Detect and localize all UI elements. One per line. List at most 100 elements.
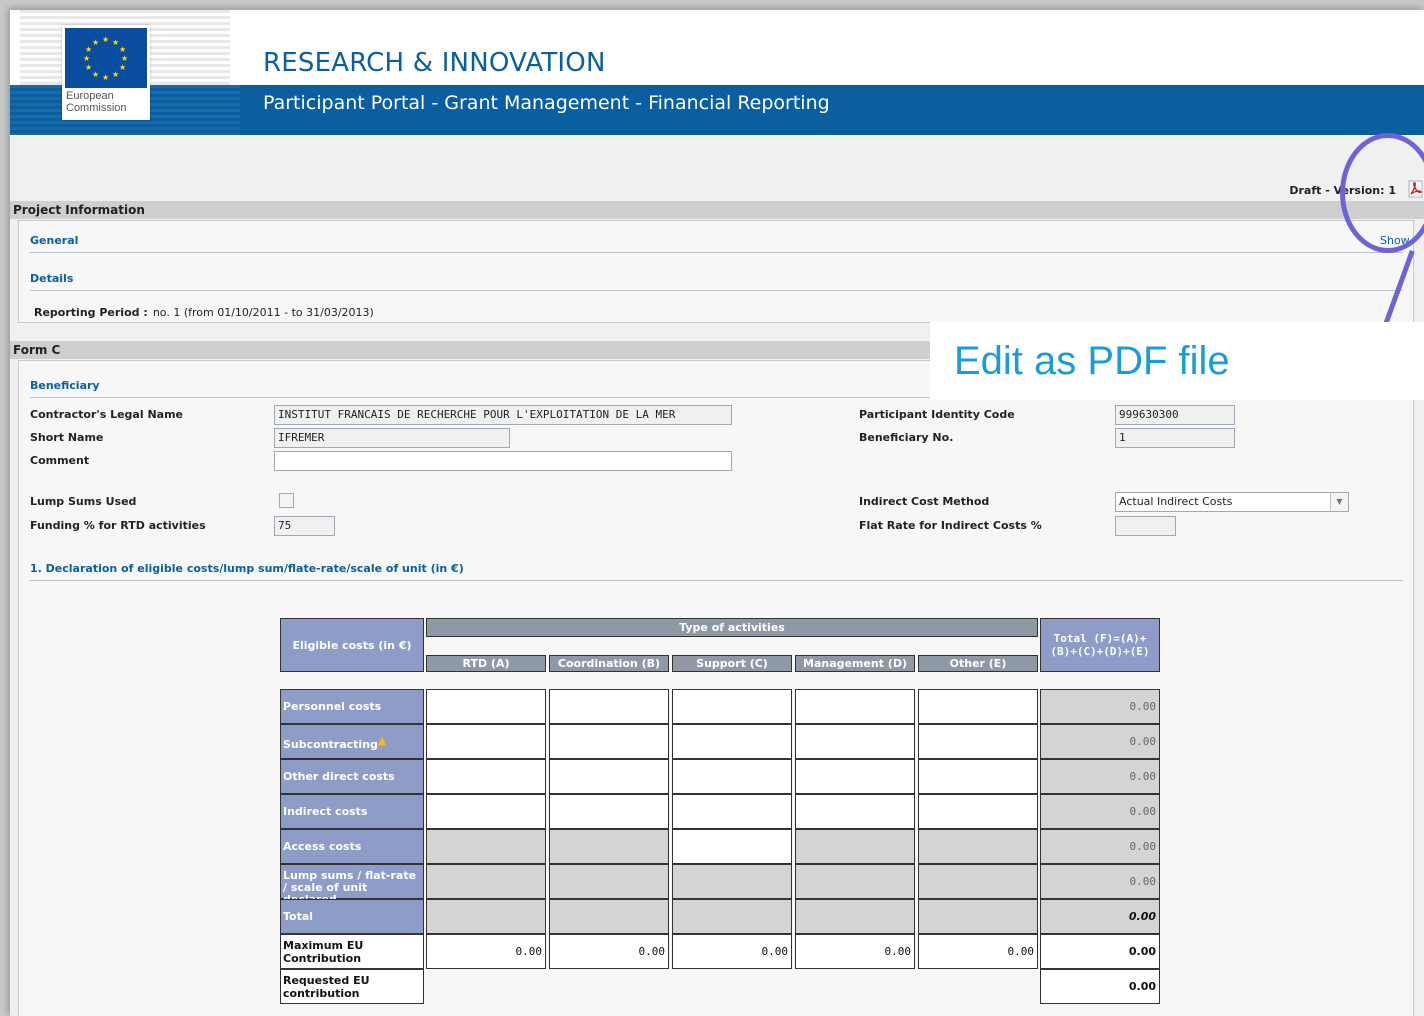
row-label-subcontracting: Subcontracting▲	[280, 724, 424, 759]
requested-eu-total[interactable]: 0.00	[1040, 969, 1160, 1004]
max-eu-total: 0.00	[1040, 934, 1160, 969]
legal-name-label: Contractor's Legal Name	[30, 408, 183, 421]
input-indirect-rtd[interactable]	[426, 794, 546, 829]
beneficiary-no-field[interactable]: 1	[1115, 428, 1235, 448]
column-header-support: Support (C)	[672, 655, 792, 672]
cell-lump-management	[795, 864, 915, 899]
indirect-method-label: Indirect Cost Method	[859, 495, 990, 508]
input-subcontracting-support[interactable]	[672, 724, 792, 759]
subcontracting-label: Subcontracting	[283, 738, 378, 751]
input-indirect-management[interactable]	[795, 794, 915, 829]
app-title: RESEARCH & INNOVATION	[263, 48, 606, 78]
input-personnel-coordination[interactable]	[549, 689, 669, 724]
max-eu-coordination: 0.00	[549, 934, 669, 969]
details-link[interactable]: Details	[30, 272, 73, 285]
comment-field[interactable]	[274, 451, 732, 471]
row-label-other-direct: Other direct costs	[280, 759, 424, 794]
input-other-direct-rtd[interactable]	[426, 759, 546, 794]
warning-icon[interactable]: ▲	[378, 734, 386, 747]
type-of-activities-header: Type of activities	[426, 618, 1038, 637]
input-indirect-support[interactable]	[672, 794, 792, 829]
row-label-max-eu: Maximum EU Contribution	[280, 934, 424, 969]
input-other-direct-other[interactable]	[918, 759, 1038, 794]
app-subtitle: Participant Portal - Grant Management - …	[263, 92, 830, 114]
lump-sums-label: Lump Sums Used	[30, 495, 137, 508]
row-label-requested-eu: Requested EU contribution	[280, 969, 424, 1004]
pic-label: Participant Identity Code	[859, 408, 1015, 421]
chevron-down-icon[interactable]: ▼	[1330, 493, 1348, 511]
row-label-personnel: Personnel costs	[280, 689, 424, 724]
cell-access-coordination	[549, 829, 669, 864]
indirect-method-value: Actual Indirect Costs	[1119, 495, 1233, 508]
input-personnel-support[interactable]	[672, 689, 792, 724]
main-content: Draft - Version: 1 Project Information G…	[10, 136, 1424, 1016]
browser-window: ★ ★ ★ ★ ★ ★ ★ ★ ★ ★ ★ ★ European Commiss…	[10, 10, 1424, 1016]
row-label-access: Access costs	[280, 829, 424, 864]
row-label-total: Total	[280, 899, 424, 934]
input-personnel-other[interactable]	[918, 689, 1038, 724]
total-access: 0.00	[1040, 829, 1160, 864]
logo-text: European Commission	[66, 90, 148, 114]
eligible-costs-header: Eligible costs (in €)	[280, 618, 424, 672]
beneficiary-link[interactable]: Beneficiary	[30, 379, 100, 392]
input-access-support[interactable]	[672, 829, 792, 864]
cell-lump-other	[918, 864, 1038, 899]
max-eu-other: 0.00	[918, 934, 1038, 969]
total-subcontracting: 0.00	[1040, 724, 1160, 759]
cell-access-other	[918, 829, 1038, 864]
grand-total: 0.00	[1040, 899, 1160, 934]
project-information-header: Project Information	[10, 201, 1424, 219]
logo-line-2: Commission	[66, 102, 127, 114]
logo-line-1: European	[66, 90, 114, 102]
input-subcontracting-coordination[interactable]	[549, 724, 669, 759]
short-name-field[interactable]: IFREMER	[274, 428, 510, 448]
cell-lump-rtd	[426, 864, 546, 899]
beneficiary-no-label: Beneficiary No.	[859, 431, 954, 444]
cell-total-coordination	[549, 899, 669, 934]
callout-label: Edit as PDF file	[930, 322, 1424, 400]
divider	[30, 580, 1403, 581]
lump-sums-checkbox[interactable]	[279, 493, 294, 508]
divider	[30, 252, 1403, 253]
input-indirect-coordination[interactable]	[549, 794, 669, 829]
flat-rate-label: Flat Rate for Indirect Costs %	[859, 519, 1042, 532]
max-eu-support: 0.00	[672, 934, 792, 969]
european-commission-logo[interactable]: ★ ★ ★ ★ ★ ★ ★ ★ ★ ★ ★ ★ European Commiss…	[62, 25, 150, 120]
total-header: Total (F)=(A)+(B)+(C)+(D)+(E)	[1040, 618, 1160, 672]
input-other-direct-support[interactable]	[672, 759, 792, 794]
total-other-direct: 0.00	[1040, 759, 1160, 794]
cell-access-management	[795, 829, 915, 864]
total-lump-sums: 0.00	[1040, 864, 1160, 899]
max-eu-management: 0.00	[795, 934, 915, 969]
input-subcontracting-management[interactable]	[795, 724, 915, 759]
flat-rate-field[interactable]	[1115, 516, 1176, 536]
input-subcontracting-other[interactable]	[918, 724, 1038, 759]
comment-label: Comment	[30, 454, 90, 467]
cell-access-rtd	[426, 829, 546, 864]
cell-lump-support	[672, 864, 792, 899]
project-information-panel: General Show Details Reporting Period : …	[18, 220, 1414, 323]
eu-flag-icon: ★ ★ ★ ★ ★ ★ ★ ★ ★ ★ ★ ★	[65, 28, 147, 88]
divider	[30, 290, 1403, 291]
row-label-indirect: Indirect costs	[280, 794, 424, 829]
input-other-direct-coordination[interactable]	[549, 759, 669, 794]
input-personnel-rtd[interactable]	[426, 689, 546, 724]
row-label-lump-sums: Lump sums / flat-rate / scale of unit de…	[280, 864, 424, 906]
funding-field[interactable]: 75	[274, 516, 335, 536]
legal-name-field[interactable]: INSTITUT FRANCAIS DE RECHERCHE POUR L'EX…	[274, 405, 732, 425]
input-other-direct-management[interactable]	[795, 759, 915, 794]
column-header-rtd: RTD (A)	[426, 655, 546, 672]
pic-field[interactable]: 999630300	[1115, 405, 1235, 425]
input-personnel-management[interactable]	[795, 689, 915, 724]
short-name-label: Short Name	[30, 431, 104, 444]
input-subcontracting-rtd[interactable]	[426, 724, 546, 759]
funding-label: Funding % for RTD activities	[30, 519, 206, 532]
reporting-period-label: Reporting Period :	[34, 306, 148, 319]
declaration-title: 1. Declaration of eligible costs/lump su…	[30, 562, 464, 575]
max-eu-rtd: 0.00	[426, 934, 546, 969]
total-indirect: 0.00	[1040, 794, 1160, 829]
reporting-period: Reporting Period : no. 1 (from 01/10/201…	[34, 301, 374, 320]
indirect-method-select[interactable]: Actual Indirect Costs ▼	[1115, 492, 1349, 512]
input-indirect-other[interactable]	[918, 794, 1038, 829]
general-link[interactable]: General	[30, 234, 78, 247]
